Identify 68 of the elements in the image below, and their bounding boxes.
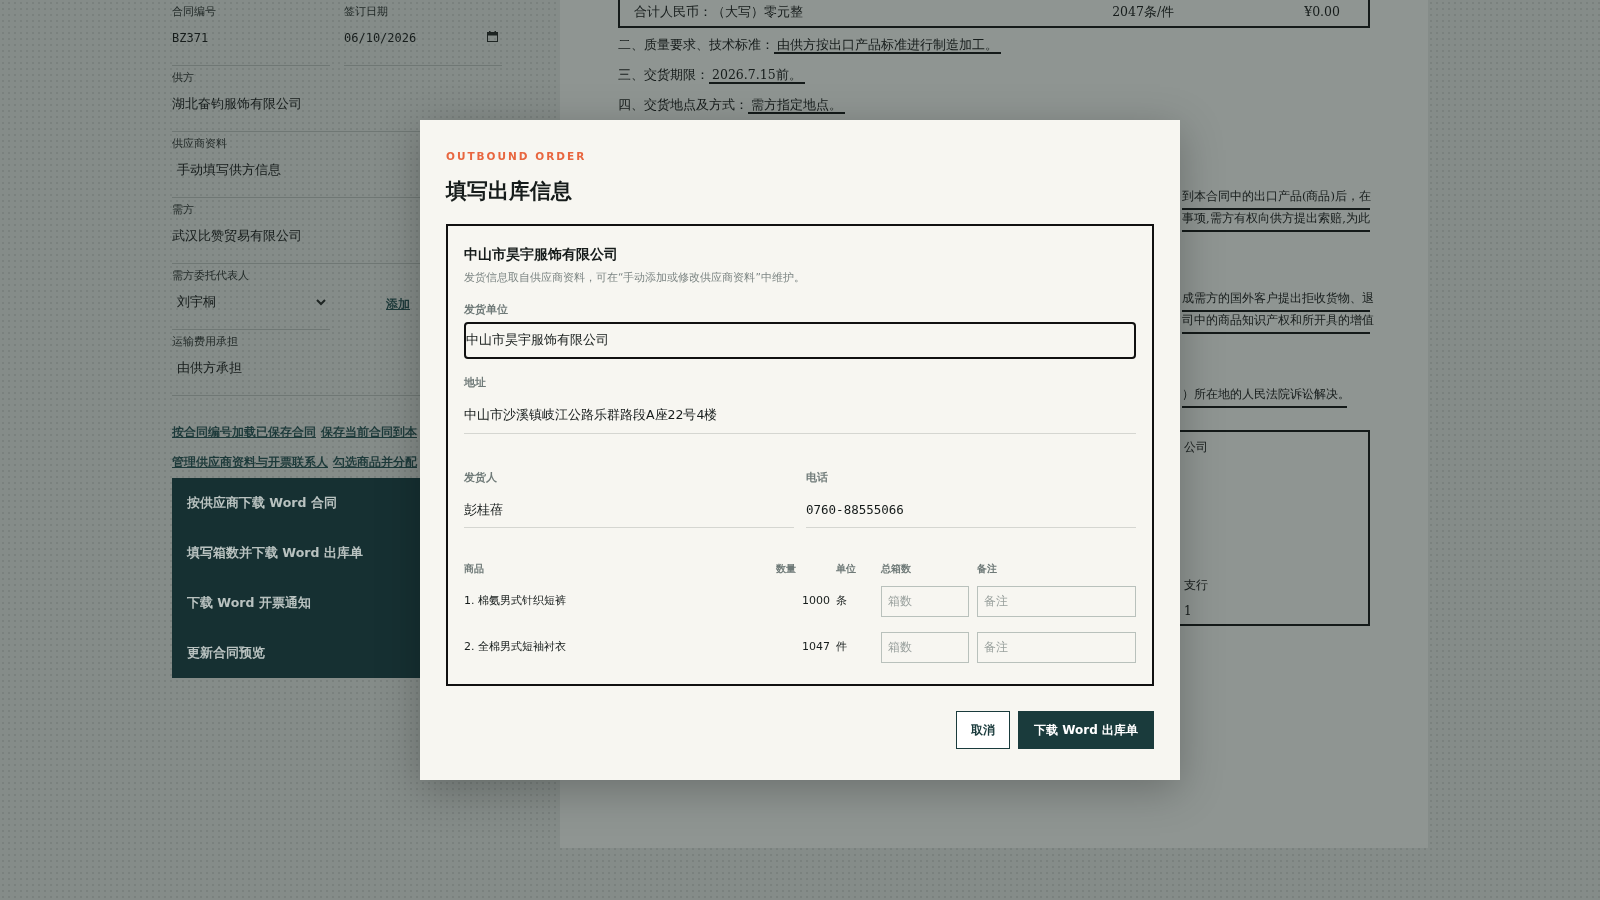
field-value: 手动填写供方信息 [177,161,281,179]
field-label: 需方委托代表人 [172,268,249,283]
column-header: 单位 [836,561,857,576]
field-label: 合同编号 [172,4,216,19]
unit-cell-text: 条 [836,593,848,609]
clause-value: 2026.7.15前。 [709,67,805,84]
product-name: 1. 棉氨男式针织短裤 [464,593,567,609]
input-field[interactable]: 彭桂蓓 [464,491,794,529]
download-button[interactable]: 下载 Word 出库单 [1018,711,1154,750]
form-field[interactable]: 合同编号 BZ371 [172,0,330,66]
total-quantity: 2047条/件 [1112,3,1175,21]
supplier-note: 发货信息取自供应商资料，可在“手动添加或修改供应商资料”中维护。 [464,270,805,286]
calendar-icon[interactable] [487,31,498,42]
paragraph-line: 到本合同中的出口产品(商品)后，在 [1182,188,1370,210]
field-label: 电话 [806,469,828,485]
note-input[interactable]: 备注 [977,585,1136,617]
paragraph-line: 事项,需方有权向供方提出索赔,为此 [1182,210,1370,232]
text-link[interactable]: 勾选商品并分配 [333,455,417,469]
text-link[interactable]: 保存当前合同到本 [321,425,417,439]
field-value: BZ371 [172,30,209,47]
field-value: 由供方承担 [177,359,242,377]
field-value: 湖北奋钧服饰有限公司 [172,95,302,113]
input-field[interactable]: 中山市昊宇服饰有限公司 [464,322,1136,359]
input-field[interactable]: 0760-88555066 [806,491,1136,529]
signature-text: 公司 [1184,439,1208,456]
field-label: 运输费用承担 [172,334,238,349]
text-link[interactable]: 按合同编号加载已保存合同 [172,425,316,439]
field-label: 地址 [464,374,486,390]
column-header: 数量 [776,561,796,576]
field-label: 需方 [172,202,194,217]
field-label: 发货人 [464,469,497,485]
field-value: 06/10/2026 [344,30,417,47]
field-label: 发货单位 [464,302,508,317]
form-field[interactable]: 签订日期 06/10/2026 [344,0,502,66]
total-label: 合计人民币：（大写）零元整 [634,3,803,21]
unit-cell-text: 件 [836,639,848,655]
cancel-button[interactable]: 取消 [956,711,1011,750]
field-label: 供方 [172,70,194,85]
field-value: 武汉比赞贸易有限公司 [172,227,302,245]
product-name: 2. 全棉男式短袖衬衣 [464,639,567,655]
column-header: 商品 [464,561,485,576]
paragraph-line: ）所在地的人民法院诉讼解决。 [1182,386,1347,408]
field-label: 供应商资料 [172,136,227,151]
signature-text: 1 [1184,603,1192,620]
clause-label: 四、交货地点及方式： [618,97,748,112]
column-header: 备注 [977,561,998,576]
quantity-cell-text: 1000 [802,593,831,609]
clause-label: 三、交货期限： [618,67,709,82]
menu-item[interactable]: 更新合同预览 [172,628,280,678]
clause-value: 由供方按出口产品标准进行制造加工。 [774,37,1001,54]
field-value: 刘宇桐 [177,293,216,311]
form-field[interactable]: 需方委托代表人 刘宇桐 [172,264,330,330]
text-link[interactable]: 管理供应商资料与开票联系人 [172,455,328,469]
menu-item[interactable]: 填写箱数并下载 Word 出库单 [172,528,378,578]
note-input[interactable]: 备注 [977,631,1136,663]
boxes-input[interactable]: 箱数 [881,585,969,617]
total-amount: ¥0.00 [1304,3,1340,21]
quantity-cell-text: 1047 [802,639,831,655]
signature-text: 支行 [1184,577,1208,594]
clause-value: 需方指定地点。 [748,97,845,114]
menu-item[interactable]: 下载 Word 开票通知 [172,578,326,628]
field-label: 签订日期 [344,4,388,19]
boxes-input[interactable]: 箱数 [881,631,969,663]
menu-item[interactable]: 按供应商下载 Word 合同 [172,478,352,528]
column-header: 总箱数 [881,561,912,576]
clause-label: 二、质量要求、技术标准： [618,37,774,52]
input-field[interactable]: 中山市沙溪镇岐江公路乐群路段A座22号4楼 [464,396,1136,434]
add-link[interactable]: 添加 [386,295,410,313]
